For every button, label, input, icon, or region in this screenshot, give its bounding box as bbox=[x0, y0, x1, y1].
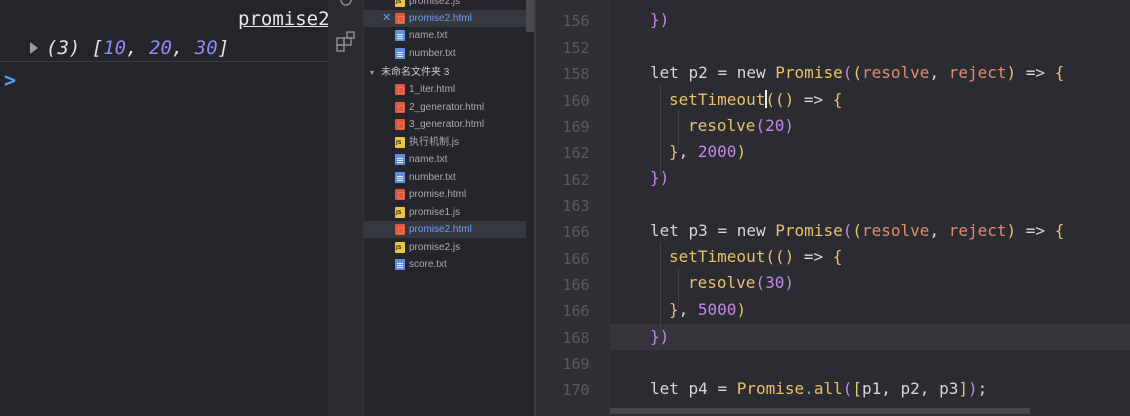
open-editor-item[interactable]: ✕ promise2.html bbox=[364, 10, 526, 27]
code-line: let p4 = Promise.all([p1, p2, p3]); bbox=[650, 379, 988, 398]
explorer-file-item[interactable]: promise.html bbox=[364, 186, 526, 203]
console-log-entry: (3) [10, 20, 30] bbox=[0, 36, 328, 62]
js-file-icon bbox=[395, 242, 405, 253]
explorer-file-item[interactable]: promise2.html bbox=[364, 221, 526, 238]
txt-file-icon bbox=[395, 172, 405, 183]
code-line: let p2 = new Promise((resolve, reject) =… bbox=[650, 63, 1065, 82]
code-line: setTimeout(() => { bbox=[669, 90, 843, 109]
open-editor-item[interactable]: name.txt bbox=[364, 27, 526, 44]
explorer-file-item[interactable]: 执行机制.js bbox=[364, 134, 526, 151]
devtools-console: promise2 (3) [10, 20, 30] > bbox=[0, 0, 328, 416]
explorer-file-item[interactable]: 3_generator.html bbox=[364, 116, 526, 133]
line-number: 166 bbox=[562, 276, 590, 294]
chevron-down-icon: ▾ bbox=[370, 68, 375, 77]
explorer-scrollbar[interactable] bbox=[526, 0, 534, 32]
line-number: 170 bbox=[562, 381, 590, 399]
line-number: 169 bbox=[562, 355, 590, 373]
explorer-file-item[interactable]: promise2.js bbox=[364, 0, 526, 10]
source-file-link[interactable]: promise2 bbox=[238, 8, 328, 30]
line-number: 160 bbox=[562, 92, 590, 110]
js-file-icon bbox=[395, 0, 405, 7]
html-file-icon bbox=[395, 189, 405, 200]
line-number: 162 bbox=[562, 144, 590, 162]
array-value: 10 bbox=[103, 37, 127, 59]
html-file-icon bbox=[395, 13, 405, 24]
code-line: resolve(30) bbox=[688, 273, 794, 292]
editor-horizontal-scrollbar[interactable] bbox=[610, 408, 1030, 414]
array-value: 20 bbox=[149, 37, 172, 59]
explorer-file-item[interactable]: name.txt bbox=[364, 151, 526, 168]
txt-file-icon bbox=[395, 259, 405, 270]
close-icon[interactable]: ✕ bbox=[382, 10, 391, 27]
line-number: 152 bbox=[562, 39, 590, 57]
code-editor[interactable]: }) let p2 = new Promise((resolve, reject… bbox=[610, 0, 1130, 416]
line-number: 163 bbox=[562, 197, 590, 215]
code-line: setTimeout(() => { bbox=[669, 247, 843, 266]
code-line: }, 5000) bbox=[669, 300, 747, 319]
array-value: 30 bbox=[194, 37, 218, 59]
array-preview[interactable]: (3) [10, 20, 30] bbox=[46, 37, 229, 59]
code-line: let p3 = new Promise((resolve, reject) =… bbox=[650, 221, 1065, 240]
line-number: 166 bbox=[562, 223, 590, 241]
editor-gutter-strip: 156 152 158 160 169 162 162 163 166 166 166 166 168 1… bbox=[534, 0, 610, 416]
console-prompt-icon[interactable]: > bbox=[4, 68, 16, 92]
js-file-icon bbox=[395, 207, 405, 218]
extensions-icon[interactable] bbox=[335, 30, 357, 52]
file-explorer: promise2.js ✕ promise2.html name.txt num… bbox=[364, 0, 534, 416]
txt-file-icon bbox=[395, 48, 405, 59]
code-line: resolve(20) bbox=[688, 116, 794, 135]
txt-file-icon bbox=[395, 154, 405, 165]
expand-triangle-icon[interactable] bbox=[30, 42, 38, 54]
open-editor-item[interactable]: number.txt bbox=[364, 45, 526, 62]
line-number: 158 bbox=[562, 65, 590, 83]
pane-divider[interactable] bbox=[534, 0, 536, 416]
line-number: 156 bbox=[562, 12, 590, 30]
explorer-file-item[interactable]: 2_generator.html bbox=[364, 99, 526, 116]
explorer-file-item[interactable]: promise2.js bbox=[364, 239, 526, 256]
html-file-icon bbox=[395, 119, 405, 130]
explorer-file-item[interactable]: score.txt bbox=[364, 256, 526, 273]
indent-guide bbox=[660, 242, 661, 334]
line-number: 162 bbox=[562, 171, 590, 189]
explorer-file-item[interactable]: 1_iter.html bbox=[364, 81, 526, 98]
line-number: 169 bbox=[562, 118, 590, 136]
code-line: }, 2000) bbox=[669, 142, 747, 161]
code-line: }) bbox=[650, 327, 670, 346]
current-line-highlight bbox=[610, 324, 1130, 350]
html-file-icon bbox=[395, 224, 405, 235]
line-number: 166 bbox=[562, 250, 590, 268]
code-line: }) bbox=[650, 168, 670, 187]
html-file-icon bbox=[395, 84, 405, 95]
explorer-file-item[interactable]: number.txt bbox=[364, 169, 526, 186]
txt-file-icon bbox=[395, 30, 405, 41]
indent-guide bbox=[660, 84, 661, 176]
line-number: 168 bbox=[562, 329, 590, 347]
activity-bar bbox=[328, 0, 364, 416]
html-file-icon bbox=[395, 102, 405, 113]
code-line: }) bbox=[650, 10, 670, 29]
explorer-file-item[interactable]: promise1.js bbox=[364, 204, 526, 221]
line-number: 166 bbox=[562, 302, 590, 320]
debug-icon[interactable] bbox=[335, 0, 357, 12]
folder-header[interactable]: ▾ 未命名文件夹 3 bbox=[364, 64, 526, 81]
js-file-icon bbox=[395, 137, 405, 148]
text-cursor-icon bbox=[765, 90, 767, 108]
